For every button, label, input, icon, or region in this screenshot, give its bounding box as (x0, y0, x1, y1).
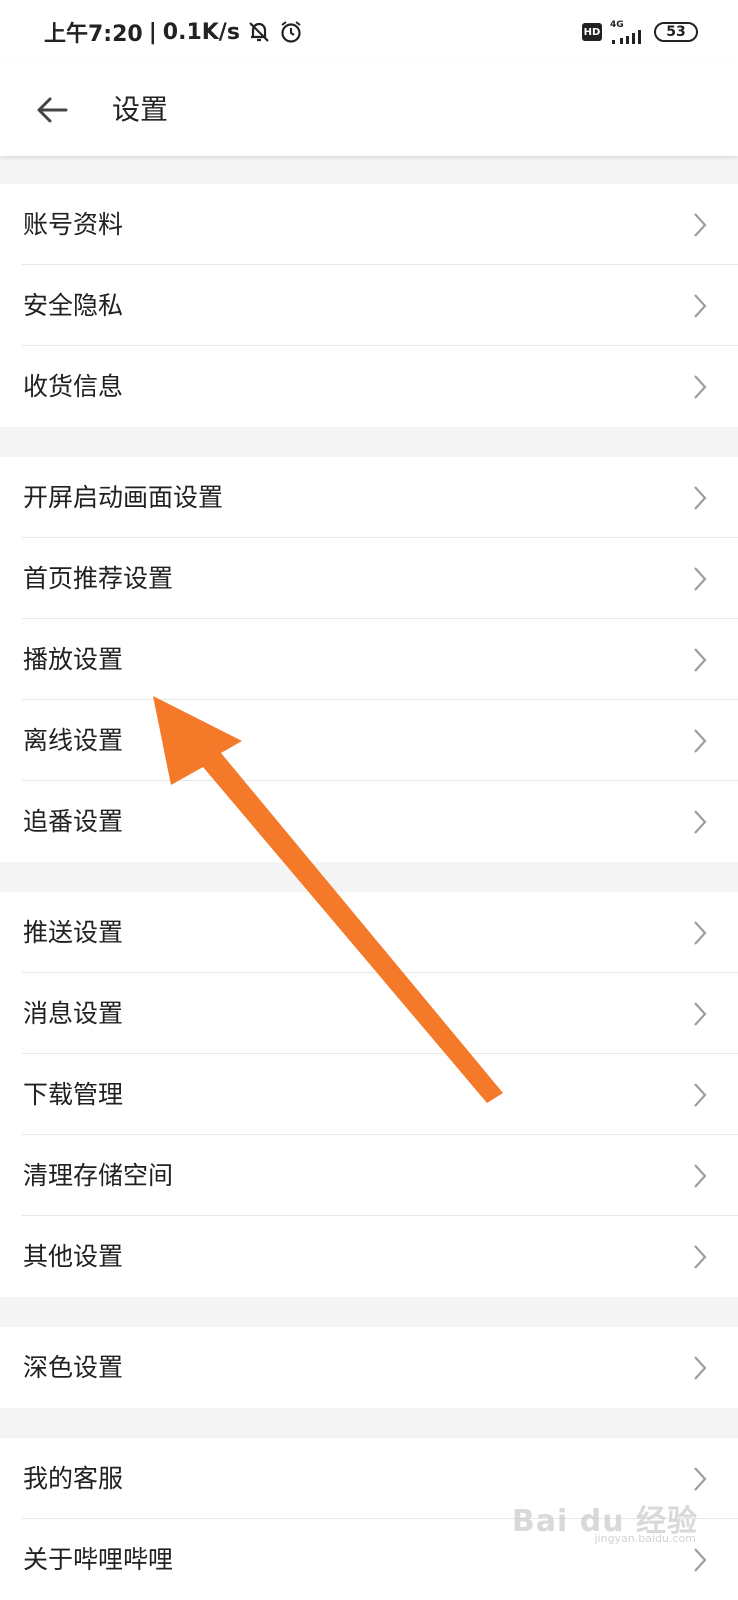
status-speed: 0.1K/s (162, 19, 240, 45)
watermark: Bai du 经验 jingyan.baidu.com (512, 1496, 698, 1545)
chevron-right-icon (694, 729, 707, 753)
settings-item-clear-storage[interactable]: 清理存储空间 (0, 1135, 738, 1216)
chevron-right-icon (694, 810, 707, 834)
chevron-right-icon (694, 294, 707, 318)
status-time: 上午7:20 (44, 22, 143, 47)
settings-item-downloads[interactable]: 下载管理 (0, 1054, 738, 1135)
bell-muted-icon (249, 22, 269, 42)
status-left: 上午7:20 | 0.1K/s (44, 14, 304, 50)
watermark-url: jingyan.baidu.com (594, 1532, 696, 1545)
settings-item-label: 追番设置 (23, 807, 124, 836)
settings-item-splash-screen[interactable]: 开屏启动画面设置 (0, 457, 738, 538)
chevron-right-icon (694, 375, 707, 399)
chevron-right-icon (694, 1164, 707, 1188)
chevron-right-icon (694, 567, 707, 591)
battery-indicator: 53 (654, 22, 698, 42)
settings-item-label: 推送设置 (23, 918, 124, 947)
settings-item-security-privacy[interactable]: 安全隐私 (0, 265, 738, 346)
chevron-right-icon (694, 648, 707, 672)
settings-item-label: 下载管理 (23, 1080, 124, 1109)
hd-badge: HD (582, 23, 602, 41)
page-title: 设置 (112, 93, 169, 126)
chevron-right-icon (694, 1467, 707, 1491)
settings-item-home-recommend[interactable]: 首页推荐设置 (0, 538, 738, 619)
settings-item-playback[interactable]: 播放设置 (0, 619, 738, 700)
chevron-right-icon (694, 486, 707, 510)
settings-item-label: 收货信息 (23, 372, 124, 401)
app-header: 设置 (0, 64, 738, 156)
settings-item-label: 安全隐私 (23, 291, 124, 320)
settings-item-label: 开屏启动画面设置 (23, 483, 224, 512)
settings-item-follow-anime[interactable]: 追番设置 (0, 781, 738, 862)
settings-item-dark-mode[interactable]: 深色设置 (0, 1327, 738, 1408)
settings-item-label: 账号资料 (23, 210, 124, 239)
chevron-right-icon (694, 1548, 707, 1572)
status-right: HD 4G 53 (582, 18, 698, 46)
settings-item-label: 关于哔哩哔哩 (23, 1545, 174, 1574)
settings-group-account: 账号资料 安全隐私 收货信息 (0, 184, 738, 427)
settings-group-system: 推送设置 消息设置 下载管理 清理存储空间 其他设置 (0, 892, 738, 1297)
settings-item-label: 消息设置 (23, 999, 124, 1028)
alarm-icon (281, 21, 301, 43)
network-indicator: 4G (610, 20, 646, 44)
chevron-right-icon (694, 1002, 707, 1026)
settings-item-offline[interactable]: 离线设置 (0, 700, 738, 781)
chevron-right-icon (694, 1083, 707, 1107)
settings-item-label: 清理存储空间 (23, 1161, 174, 1190)
chevron-right-icon (694, 213, 707, 237)
back-arrow-icon[interactable] (32, 90, 72, 130)
status-separator: | (148, 19, 157, 45)
chevron-right-icon (694, 1356, 707, 1380)
signal-icon (612, 30, 641, 44)
settings-item-label: 离线设置 (23, 726, 124, 755)
chevron-right-icon (694, 1245, 707, 1269)
settings-group-display: 开屏启动画面设置 首页推荐设置 播放设置 离线设置 追番设置 (0, 457, 738, 862)
settings-item-shipping-info[interactable]: 收货信息 (0, 346, 738, 427)
chevron-right-icon (694, 921, 707, 945)
settings-item-other[interactable]: 其他设置 (0, 1216, 738, 1297)
settings-item-label: 其他设置 (23, 1242, 124, 1271)
settings-item-push[interactable]: 推送设置 (0, 892, 738, 973)
settings-group-theme: 深色设置 (0, 1327, 738, 1408)
network-type: 4G (610, 20, 624, 30)
settings-item-account-profile[interactable]: 账号资料 (0, 184, 738, 265)
settings-item-label: 首页推荐设置 (23, 564, 174, 593)
settings-item-messages[interactable]: 消息设置 (0, 973, 738, 1054)
settings-item-label: 深色设置 (23, 1353, 124, 1382)
status-bar: 上午7:20 | 0.1K/s HD 4G 53 (0, 0, 738, 64)
settings-item-label: 我的客服 (23, 1464, 124, 1493)
settings-item-label: 播放设置 (23, 645, 124, 674)
